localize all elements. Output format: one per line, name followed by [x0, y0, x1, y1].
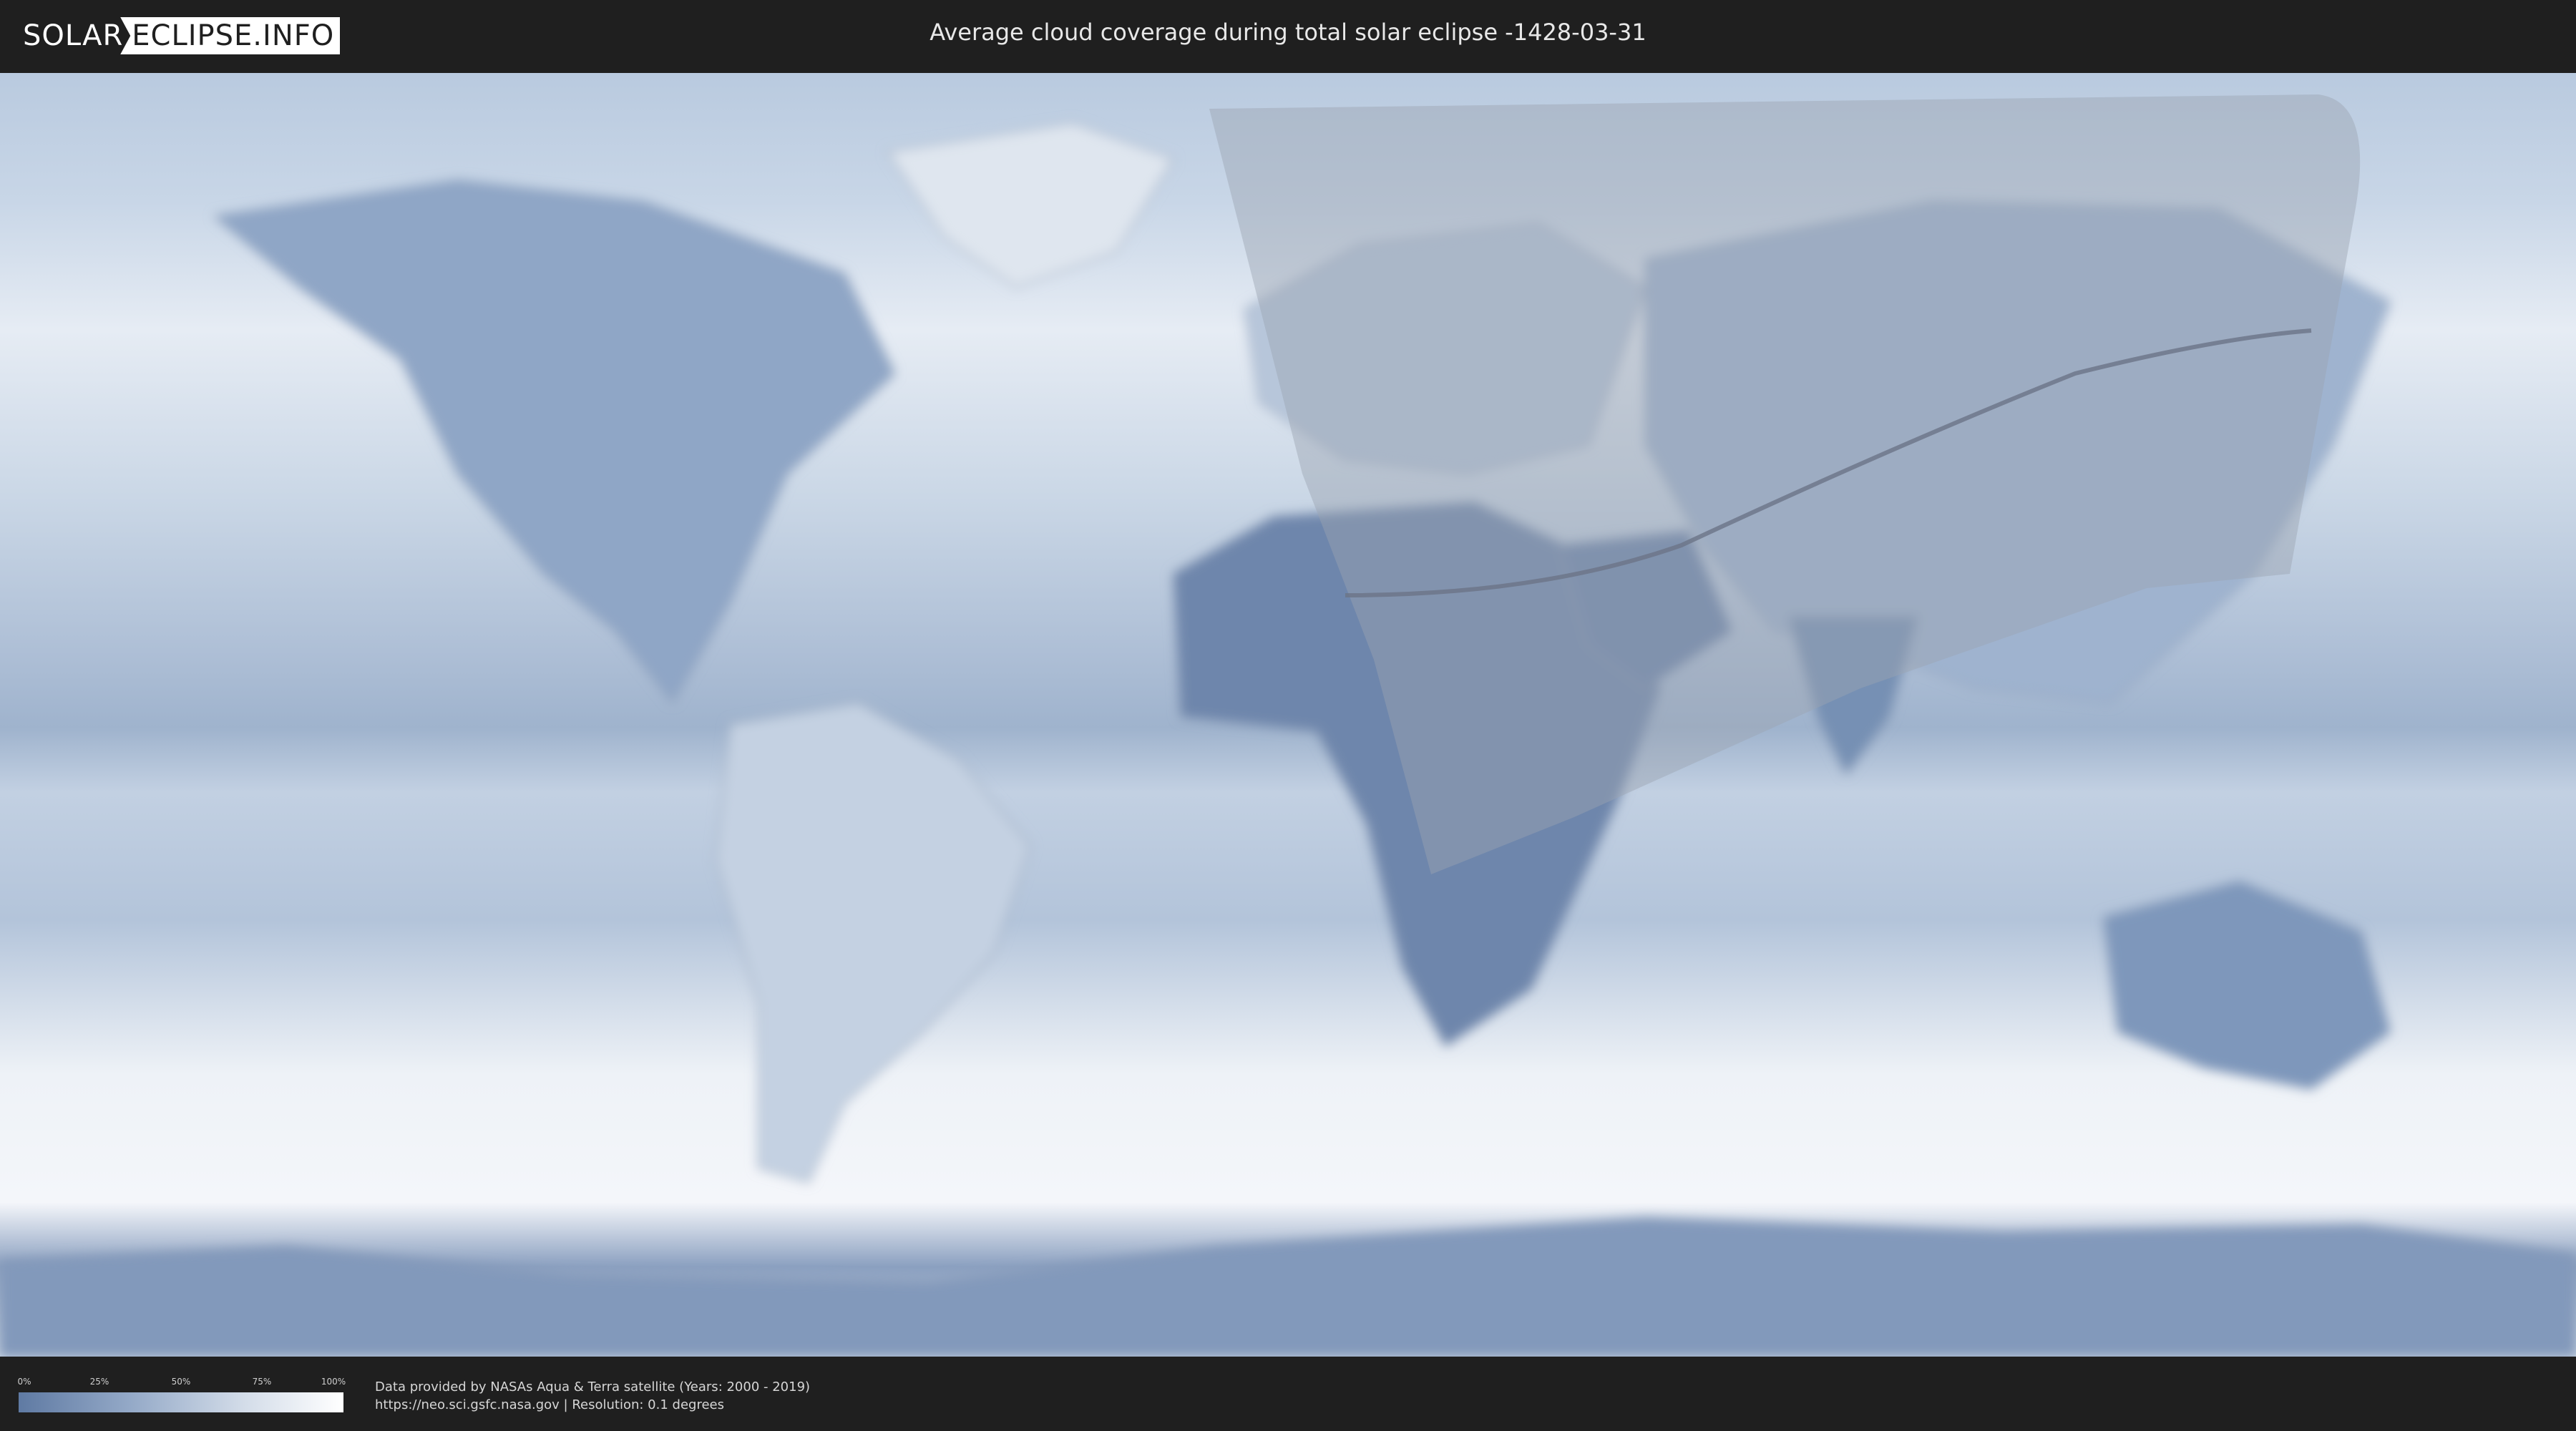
cloud-coverage-legend: 0% 25% 50% 75% 100% [17, 1377, 346, 1414]
header-bar: SOLAR ECLIPSE.INFO Average cloud coverag… [0, 0, 2576, 70]
legend-tick: 100% [321, 1377, 346, 1387]
legend-tick: 25% [89, 1377, 109, 1387]
map-svg [0, 73, 2576, 1357]
legend-tick: 75% [252, 1377, 272, 1387]
page-title: Average cloud coverage during total sola… [930, 19, 1646, 46]
legend-ticks: 0% 25% 50% 75% 100% [17, 1377, 346, 1388]
source-line-2: https://neo.sci.gsfc.nasa.gov | Resoluti… [375, 1397, 724, 1412]
cloud-coverage-map [0, 73, 2576, 1357]
legend-tick: 0% [17, 1377, 31, 1387]
legend-tick: 50% [171, 1377, 191, 1387]
data-source-note: Data provided by NASAs Aqua & Terra sate… [375, 1378, 810, 1414]
legend-color-bar [19, 1392, 343, 1412]
source-line-1: Data provided by NASAs Aqua & Terra sate… [375, 1379, 811, 1395]
